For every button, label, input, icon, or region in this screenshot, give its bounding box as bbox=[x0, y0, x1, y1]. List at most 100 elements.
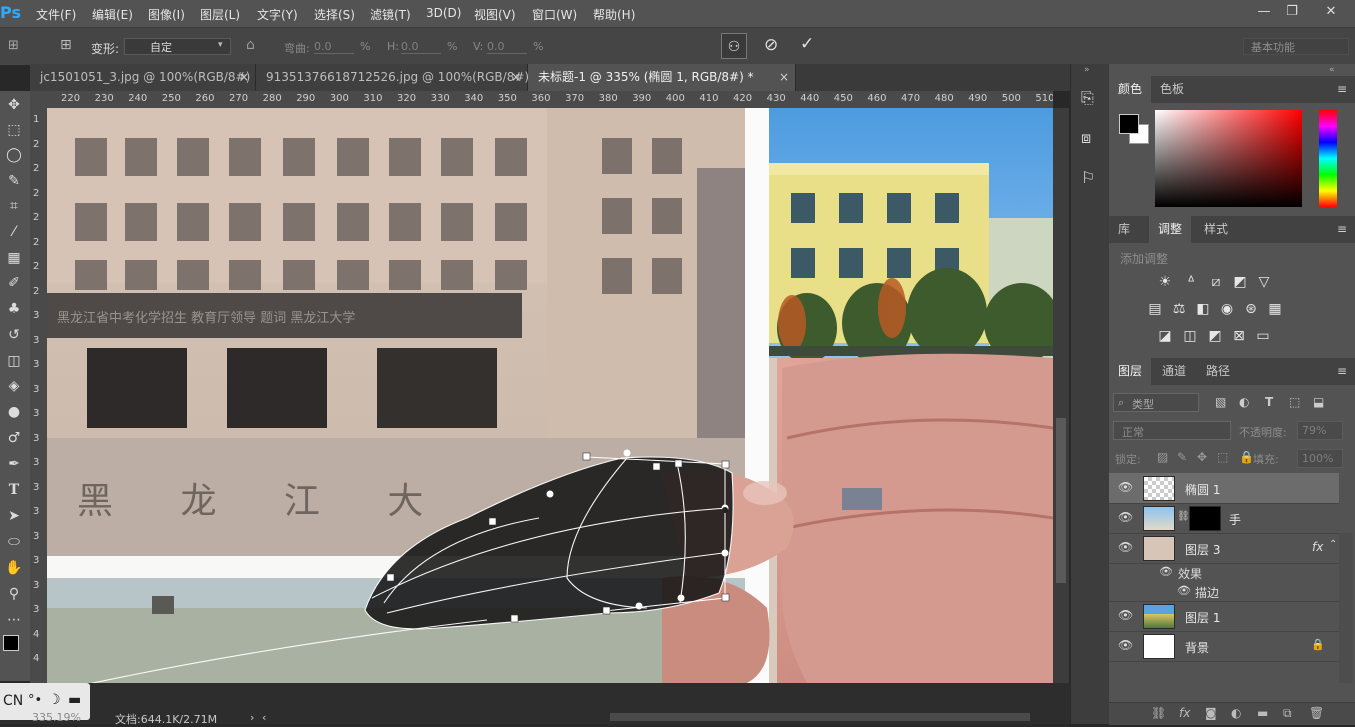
v-input[interactable]: 0.0 bbox=[487, 40, 527, 54]
marquee-tool-icon[interactable]: ⬚ bbox=[2, 118, 26, 142]
levels-icon[interactable]: ᐞ bbox=[1182, 274, 1200, 290]
brightness-icon[interactable]: ☀ bbox=[1156, 274, 1174, 290]
add-mask-icon[interactable]: ◙ bbox=[1205, 706, 1217, 720]
hue-slider[interactable] bbox=[1319, 110, 1337, 207]
eye-icon[interactable]: 👁 bbox=[1159, 565, 1173, 578]
path-select-icon[interactable]: ➤ bbox=[2, 504, 26, 528]
layer-filter-select[interactable]: ⌕ 类型 bbox=[1113, 393, 1199, 412]
eye-icon[interactable]: 👁 bbox=[1118, 638, 1133, 652]
healing-brush-icon[interactable]: ▦ bbox=[2, 246, 26, 270]
fx-icon[interactable]: fx bbox=[1312, 540, 1323, 554]
restore-button[interactable]: ❐ bbox=[1279, 2, 1305, 22]
selective-color-icon[interactable]: ⊠ bbox=[1230, 328, 1248, 344]
properties-panel-icon[interactable]: ⚐ bbox=[1081, 168, 1095, 187]
panel-menu-icon[interactable]: ≡ bbox=[1337, 364, 1347, 378]
menu-select[interactable]: 选择(S) bbox=[314, 6, 355, 23]
layer-mask-thumbnail[interactable] bbox=[1189, 506, 1221, 531]
photo-filter-icon[interactable]: ◉ bbox=[1218, 301, 1236, 317]
quick-select-tool-icon[interactable]: ✎ bbox=[2, 169, 26, 193]
layer-effects-row[interactable]: 👁 效果 bbox=[1109, 563, 1339, 582]
close-window-button[interactable]: ✕ bbox=[1318, 2, 1344, 22]
lock-pixels-icon[interactable]: ✎ bbox=[1177, 450, 1187, 464]
chevron-up-icon[interactable]: ⌃ bbox=[1329, 539, 1337, 550]
layer-row-background[interactable]: 👁 背景 🔒 bbox=[1109, 631, 1339, 662]
menu-edit[interactable]: 编辑(E) bbox=[92, 6, 133, 23]
menu-help[interactable]: 帮助(H) bbox=[593, 6, 635, 23]
lasso-tool-icon[interactable]: ◯ bbox=[2, 143, 26, 167]
brush-tool-icon[interactable]: ✐ bbox=[2, 271, 26, 295]
collapse-panels-icon[interactable]: « bbox=[1329, 65, 1335, 75]
layer-name[interactable]: 手 bbox=[1229, 511, 1241, 528]
paint-bucket-icon[interactable]: ◈ bbox=[2, 374, 26, 398]
menu-filter[interactable]: 滤镜(T) bbox=[370, 6, 411, 23]
crop-tool-icon[interactable]: ⌗ bbox=[2, 194, 26, 218]
ime-moon-icon[interactable]: ☽ bbox=[48, 692, 61, 708]
hand-tool-icon[interactable]: ✋ bbox=[2, 556, 26, 580]
delete-layer-icon[interactable]: 🗑 bbox=[1309, 706, 1324, 720]
filter-shape-icon[interactable]: ⬚ bbox=[1289, 395, 1300, 409]
move-tool-icon[interactable]: ✥ bbox=[2, 93, 26, 117]
stroke-effect-row[interactable]: 👁 描边 bbox=[1109, 582, 1339, 602]
warp-orientation-icon[interactable]: ⌂ bbox=[246, 37, 255, 53]
tab-styles[interactable]: 样式 bbox=[1195, 216, 1237, 243]
close-tab-icon[interactable]: × bbox=[779, 64, 789, 91]
tab-adjustments[interactable]: 调整 bbox=[1149, 216, 1192, 243]
ime-language[interactable]: CN bbox=[3, 693, 23, 709]
layer-name[interactable]: 图层 3 bbox=[1185, 541, 1220, 558]
history-brush-icon[interactable]: ↺ bbox=[2, 323, 26, 347]
new-adjustment-icon[interactable]: ◐ bbox=[1231, 706, 1241, 720]
menu-type[interactable]: 文字(Y) bbox=[257, 6, 298, 23]
workspace-select[interactable]: 基本功能 bbox=[1243, 38, 1349, 55]
add-style-icon[interactable]: fx bbox=[1179, 706, 1190, 720]
h-input[interactable]: 0.0 bbox=[401, 40, 441, 54]
tab-document-1[interactable]: jc1501051_3.jpg @ 100%(RGB/8#) × bbox=[30, 64, 256, 91]
stamp-tool-icon[interactable]: ♣ bbox=[2, 297, 26, 321]
ime-punctuation-icon[interactable]: °• bbox=[28, 693, 42, 708]
menu-view[interactable]: 视图(V) bbox=[474, 6, 516, 23]
warp-mode-button[interactable]: ⚇ bbox=[721, 33, 747, 59]
tab-swatches[interactable]: 色板 bbox=[1151, 76, 1193, 103]
threshold-icon[interactable]: ◩ bbox=[1206, 328, 1224, 344]
close-tab-icon[interactable]: × bbox=[239, 64, 249, 91]
layer-name[interactable]: 椭圆 1 bbox=[1185, 481, 1220, 498]
tab-channels[interactable]: 通道 bbox=[1153, 358, 1195, 385]
layer-name[interactable]: 图层 1 bbox=[1185, 609, 1220, 626]
new-layer-icon[interactable]: ⧉ bbox=[1283, 706, 1292, 721]
filter-smart-icon[interactable]: ⬓ bbox=[1313, 395, 1324, 409]
menu-window[interactable]: 窗口(W) bbox=[532, 6, 577, 23]
eraser-tool-icon[interactable]: ◫ bbox=[2, 349, 26, 373]
filter-pixel-icon[interactable]: ▧ bbox=[1215, 395, 1226, 409]
blend-mode-select[interactable]: 正常 bbox=[1113, 421, 1231, 440]
eye-icon[interactable]: 👁 bbox=[1118, 510, 1133, 524]
foreground-color-swatch[interactable] bbox=[1119, 114, 1139, 134]
scroll-thumb[interactable] bbox=[1056, 418, 1066, 583]
tab-paths[interactable]: 路径 bbox=[1197, 358, 1239, 385]
new-group-icon[interactable]: ▬ bbox=[1257, 706, 1268, 720]
layer-row-layer3[interactable]: 👁 图层 3 fx ⌃ bbox=[1109, 533, 1339, 564]
vibrance-icon[interactable]: ▽ bbox=[1255, 274, 1273, 290]
scroll-left-icon[interactable]: ‹ bbox=[262, 711, 266, 724]
zoom-tool-icon[interactable]: ⚲ bbox=[2, 582, 26, 606]
link-layers-icon[interactable]: ⛓ bbox=[1151, 706, 1166, 720]
lock-transparent-icon[interactable]: ▨ bbox=[1157, 450, 1168, 464]
opacity-input[interactable]: 79% bbox=[1297, 421, 1343, 440]
link-icon[interactable]: ⛓ bbox=[1177, 511, 1190, 522]
ruler-origin[interactable] bbox=[30, 91, 47, 108]
reference-point-icon[interactable]: ⊞ bbox=[60, 37, 80, 57]
type-tool-icon[interactable]: T bbox=[2, 478, 26, 502]
posterize-icon[interactable]: ◫ bbox=[1181, 328, 1199, 344]
cancel-transform-icon[interactable]: ⊘ bbox=[764, 35, 778, 55]
eye-icon[interactable]: 👁 bbox=[1118, 480, 1133, 494]
tab-color[interactable]: 颜色 bbox=[1109, 76, 1152, 103]
dodge-tool-icon[interactable]: ♂ bbox=[2, 426, 26, 450]
horizontal-scroll-thumb[interactable] bbox=[610, 713, 1030, 721]
tab-document-2[interactable]: 91351376618712526.jpg @ 100%(RGB/8#) × bbox=[256, 64, 529, 91]
foreground-color-swatch[interactable] bbox=[3, 635, 19, 651]
history-panel-icon[interactable]: ⎘ bbox=[1081, 88, 1094, 108]
lock-all-icon[interactable]: 🔒 bbox=[1239, 450, 1254, 464]
status-menu-icon[interactable]: › bbox=[250, 711, 254, 724]
vertical-scrollbar[interactable] bbox=[1053, 108, 1069, 683]
tab-layers[interactable]: 图层 bbox=[1109, 358, 1152, 385]
curves-icon[interactable]: ⧄ bbox=[1207, 274, 1225, 290]
document-canvas[interactable]: 黑龙江省中考化学招生 教育厅领导 题词 黑龙江大学 黑 龙 江 大 bbox=[47, 108, 1053, 683]
